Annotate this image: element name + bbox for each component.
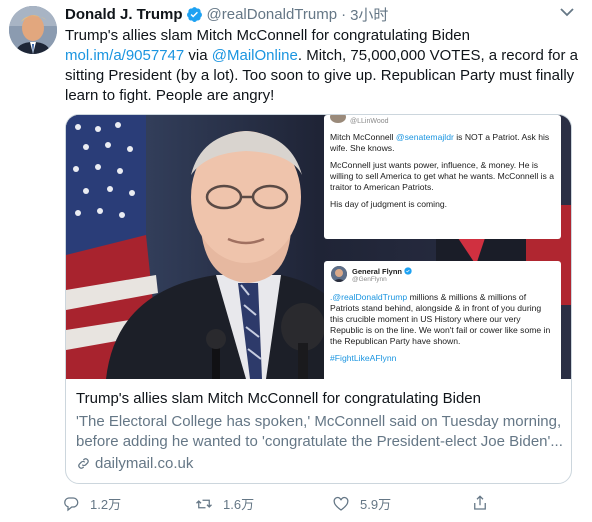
card-domain-text: dailymail.co.uk [95,455,194,472]
card-image[interactable]: @LLinWood Mitch McConnell @senatemajldr … [66,115,571,379]
tweet-url-link[interactable]: mol.im/a/9057747 [65,47,184,64]
card-domain[interactable]: dailymail.co.uk [76,455,193,472]
card-description-line: before adding he wanted to 'congratulate… [76,433,563,450]
share-icon [474,495,486,510]
retweet-button[interactable]: 1.6万 [195,494,254,513]
link-preview-card[interactable]: @LLinWood Mitch McConnell @senatemajldr … [65,114,572,484]
reply-icon [64,496,79,511]
card-title[interactable]: Trump's allies slam Mitch McConnell for … [76,390,481,407]
author-avatar[interactable] [9,6,57,54]
lin-wood-paragraph: McConnell just wants power, influence, &… [330,160,555,192]
embedded-tweet-lin-wood: @LLinWood Mitch McConnell @senatemajldr … [324,115,561,239]
tweet-text-part: Trump's allies slam Mitch McConnell for … [65,27,470,44]
tweet[interactable]: Donald J. Trump @realDonaldTrump · 3小时 T… [0,0,592,522]
retweet-icon [196,499,212,508]
retweet-count: 1.6万 [223,497,255,512]
embedded-tweet-general-flynn: General Flynn @GenFlynn .@realDonaldTrum… [324,261,561,379]
lin-wood-paragraph: His day of judgment is coming. [330,199,448,209]
general-flynn-avatar [331,266,347,282]
like-button[interactable]: 5.9万 [332,494,391,513]
general-flynn-text: .@realDonaldTrump millions & millions & … [330,292,555,347]
author-name[interactable]: Donald J. Trump [65,6,183,23]
lin-wood-mention: @senatemajldr [395,132,454,142]
like-icon [333,496,349,511]
mention-mailonline-link[interactable]: @MailOnline [212,47,298,64]
tweet-header: Donald J. Trump @realDonaldTrump · 3小时 [65,4,388,24]
reply-button[interactable]: 1.2万 [62,494,121,513]
separator-dot: · [341,5,347,23]
author-handle[interactable]: @realDonaldTrump [207,6,338,23]
general-flynn-mention: .@realDonaldTrump [330,292,408,302]
share-button[interactable] [471,494,499,512]
lin-wood-paragraph: Mitch McConnell @senatemajldr is NOT a P… [330,132,556,154]
general-flynn-hashtag: #FightLikeAFlynn [330,353,397,363]
card-description: 'The Electoral College has spoken,' McCo… [76,412,566,452]
lin-wood-text: Mitch McConnell [330,132,396,142]
general-flynn-handle: @GenFlynn [352,276,387,283]
like-count: 5.9万 [360,497,392,512]
verified-badge-icon [186,6,202,22]
reply-count: 1.2万 [90,497,122,512]
tweet-actions: 1.2万 1.6万 5.9万 [62,494,542,516]
card-description-line: 'The Electoral College has spoken,' McCo… [76,413,562,430]
tweet-text-part: via [184,47,212,64]
lin-wood-avatar [330,115,346,123]
link-icon [78,458,89,469]
tweet-text: Trump's allies slam Mitch McConnell for … [65,26,585,106]
more-options-icon[interactable] [556,6,578,20]
tweet-timestamp[interactable]: 3小时 [350,4,388,25]
verified-badge-icon [404,267,412,275]
lin-wood-handle: @LLinWood [350,118,389,125]
